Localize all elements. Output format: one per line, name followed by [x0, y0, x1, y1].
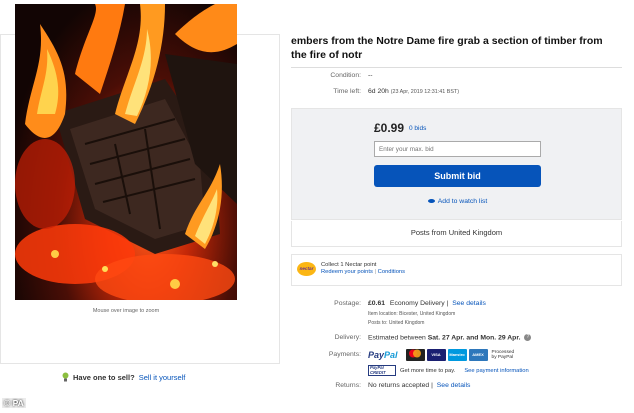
returns-separator: | — [431, 382, 433, 389]
eye-icon — [427, 199, 435, 204]
nectar-logo-icon: nectar — [297, 262, 316, 276]
fire-graphic — [15, 4, 237, 300]
delivery-value: Estimated between Sat. 27 Apr. and Mon. … — [368, 334, 532, 342]
postage-separator: | — [446, 300, 449, 307]
nectar-separator: | — [374, 269, 377, 275]
nectar-conditions-link[interactable]: Conditions — [378, 269, 405, 275]
time-left-label: Time left: — [333, 88, 361, 95]
posts-from: Posts from United Kingdom — [291, 221, 622, 247]
payment-info-link[interactable]: See payment information — [464, 368, 528, 374]
lightbulb-icon — [62, 372, 69, 382]
mastercard-icon — [405, 349, 425, 361]
delivery-prefix: Estimated between — [368, 334, 426, 342]
returns-see-details-link[interactable]: See details — [437, 382, 471, 389]
submit-bid-button[interactable]: Submit bid — [374, 165, 541, 187]
redeem-points-link[interactable]: Redeem your points — [321, 269, 373, 275]
condition-value: -- — [368, 72, 373, 79]
condition-label: Condition: — [330, 72, 361, 79]
max-bid-input[interactable] — [374, 141, 541, 157]
help-icon[interactable]: ? — [524, 334, 532, 341]
time-left-duration: 6d 20h — [368, 88, 389, 95]
amex-icon: AMEX — [468, 349, 488, 361]
paypal-logo-icon: PayPal — [368, 350, 398, 360]
posts-to: Posts to: United Kingdom — [368, 320, 425, 326]
postage-value: £0.61 Economy Delivery | See details — [368, 300, 486, 307]
returns-policy: No returns accepted — [368, 382, 430, 389]
time-left-detail: (23 Apr, 2019 12:31:41 BST) — [390, 89, 460, 95]
postage-see-details-link[interactable]: See details — [452, 300, 486, 307]
postage-label: Postage: — [334, 300, 361, 307]
nectar-collect-text: Collect 1 Nectar point — [321, 262, 377, 268]
bid-count-link[interactable]: 0 bids — [409, 125, 426, 132]
delivery-label: Delivery: — [334, 334, 361, 341]
current-price: £0.99 — [374, 121, 405, 135]
maestro-icon: Maestro — [447, 349, 467, 361]
title-divider — [291, 67, 622, 68]
postage-method: Economy Delivery — [389, 300, 445, 307]
returns-value: No returns accepted | See details — [368, 382, 470, 389]
listing-title: embers from the Notre Dame fire grab a s… — [291, 35, 603, 61]
sell-prompt: Have one to sell? Sell it yourself — [62, 372, 185, 382]
visa-icon: VISA — [426, 349, 446, 361]
credit-text: Get more time to pay. — [400, 367, 456, 374]
pa-watermark: © PA — [2, 398, 26, 408]
delivery-dates: Sat. 27 Apr. and Mon. 29 Apr. — [427, 334, 521, 342]
time-left-value: 6d 20h (23 Apr, 2019 12:31:41 BST) — [368, 88, 459, 95]
nectar-links: Redeem your points | Conditions — [321, 269, 405, 275]
add-to-watch-list[interactable]: Add to watch list — [374, 198, 541, 205]
processed-by-paypal: Processed by PayPal — [491, 349, 515, 361]
watch-label: Add to watch list — [437, 198, 488, 205]
listing-image[interactable] — [15, 4, 237, 300]
zoom-hint: Mouse over image to zoom — [92, 308, 160, 314]
payment-methods: PayPal VISA Maestro AMEX Processed by Pa… — [368, 348, 514, 362]
payments-label: Payments: — [328, 351, 361, 358]
postage-price: £0.61 — [368, 300, 386, 307]
returns-label: Returns: — [335, 382, 361, 389]
paypal-credit-row: PayPal CREDIT Get more time to pay. See … — [368, 365, 529, 376]
sell-it-yourself-link[interactable]: Sell it yourself — [139, 373, 186, 382]
item-location: Item location: Bicester, United Kingdom — [368, 311, 456, 317]
paypal-credit-logo-icon: PayPal CREDIT — [368, 365, 396, 376]
sell-label: Have one to sell? — [73, 372, 135, 382]
